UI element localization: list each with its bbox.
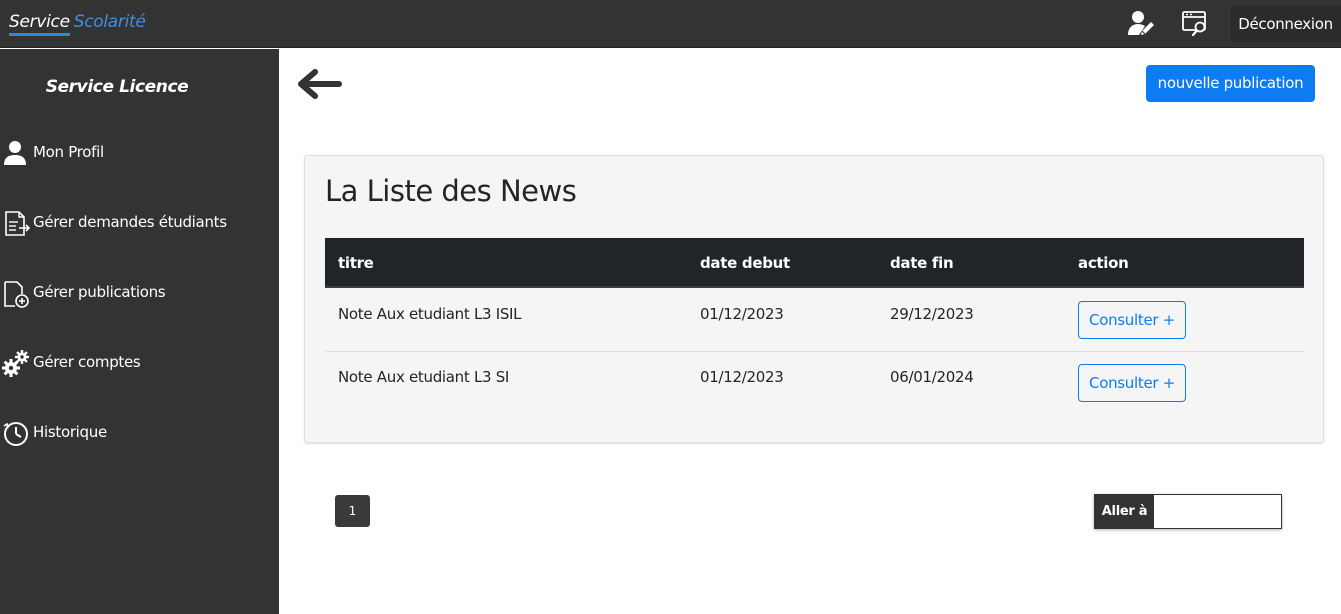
sidebar-item-label: Mon Profil xyxy=(33,143,104,161)
cell-titre: Note Aux etudiant L3 SI xyxy=(338,368,510,386)
goto-page-control: Aller à xyxy=(1094,494,1282,529)
goto-label: Aller à xyxy=(1095,495,1154,528)
sidebar-item-historique[interactable]: Historique xyxy=(0,414,279,454)
sidebar-item-label: Gérer publications xyxy=(33,283,166,301)
column-header-titre: titre xyxy=(338,254,374,272)
sidebar-item-gerer-publications[interactable]: Gérer publications xyxy=(0,274,279,314)
table-row: Note Aux etudiant L3 ISIL 01/12/2023 29/… xyxy=(325,289,1304,352)
news-list-card: La Liste des News titre date debut date … xyxy=(304,155,1324,443)
cell-date-debut: 01/12/2023 xyxy=(700,305,784,323)
column-header-date-fin: date fin xyxy=(890,254,954,272)
clock-history-icon xyxy=(1,418,31,448)
cell-titre: Note Aux etudiant L3 ISIL xyxy=(338,305,522,323)
user-edit-icon[interactable] xyxy=(1126,8,1156,38)
brand-word-scolarite: Scolarité xyxy=(73,12,146,32)
consulter-button[interactable]: Consulter + xyxy=(1078,364,1186,402)
sidebar-item-gerer-comptes[interactable]: Gérer comptes xyxy=(0,344,279,384)
back-arrow-icon[interactable] xyxy=(295,66,343,102)
top-navbar: Service Scolarité Déconnexion xyxy=(0,0,1341,48)
cell-date-debut: 01/12/2023 xyxy=(700,368,784,386)
user-icon xyxy=(1,138,31,168)
sidebar-item-gerer-demandes[interactable]: Gérer demandes étudiants xyxy=(0,204,279,244)
brand-word-service: Service xyxy=(9,12,70,36)
sidebar-item-label: Gérer comptes xyxy=(33,353,141,371)
brand-logo[interactable]: Service Scolarité xyxy=(9,12,146,36)
cell-date-fin: 29/12/2023 xyxy=(890,305,974,323)
card-title: La Liste des News xyxy=(325,174,577,208)
logout-button[interactable]: Déconnexion xyxy=(1229,6,1341,42)
goto-page-input[interactable] xyxy=(1154,495,1281,528)
sidebar-item-label: Historique xyxy=(33,423,107,441)
browser-search-icon[interactable] xyxy=(1180,8,1210,38)
document-export-icon xyxy=(1,208,31,238)
document-add-icon xyxy=(1,278,31,308)
cell-date-fin: 06/01/2024 xyxy=(890,368,974,386)
pagination-page-1[interactable]: 1 xyxy=(335,495,370,527)
sidebar-item-mon-profil[interactable]: Mon Profil xyxy=(0,134,279,174)
consulter-button[interactable]: Consulter + xyxy=(1078,301,1186,339)
sidebar: Service Licence Mon Profil Gérer demande… xyxy=(0,49,279,614)
column-header-date-debut: date debut xyxy=(700,254,790,272)
new-publication-button[interactable]: nouvelle publication xyxy=(1146,65,1315,102)
table-row: Note Aux etudiant L3 SI 01/12/2023 06/01… xyxy=(325,352,1304,415)
table-header: titre date debut date fin action xyxy=(325,238,1304,288)
gears-icon xyxy=(1,348,31,378)
column-header-action: action xyxy=(1078,254,1129,272)
sidebar-item-label: Gérer demandes étudiants xyxy=(33,213,227,231)
sidebar-title: Service Licence xyxy=(45,77,189,97)
